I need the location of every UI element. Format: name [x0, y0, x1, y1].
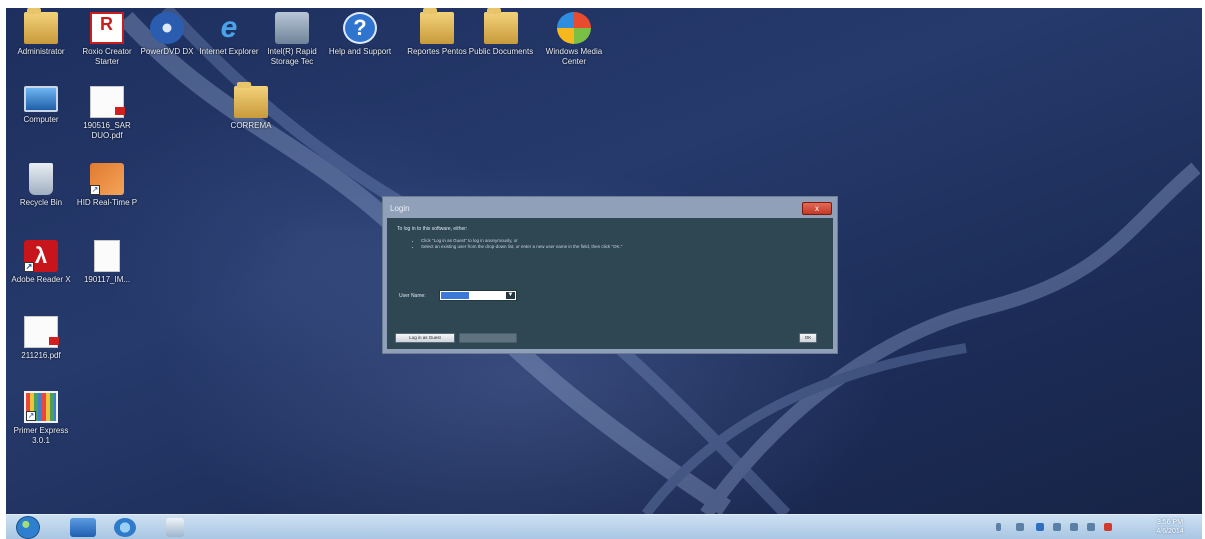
desktop-icon-190117-file[interactable]: 190117_IM...	[70, 240, 144, 285]
desktop-icon-label: Primer Express 3.0.1	[13, 426, 69, 445]
pdf-document-icon	[24, 316, 59, 348]
taskbar: 3:56 PM 4/6/2014	[6, 514, 1202, 539]
tray-icon[interactable]	[1016, 523, 1024, 531]
clock-time: 3:56 PM	[1156, 519, 1184, 526]
desktop-icon-computer[interactable]: Computer	[6, 86, 78, 125]
desktop-icon-label: Intel(R) Rapid Storage Tec	[267, 47, 317, 66]
document-icon	[94, 240, 120, 272]
ok-button[interactable]: OK	[799, 333, 817, 343]
user-name-dropdown[interactable]: ▼	[439, 290, 517, 301]
hid-realtime-icon: ↗	[90, 163, 124, 195]
desktop-icon-label: Administrator	[17, 47, 65, 56]
internet-explorer-icon: e	[220, 11, 238, 44]
clock-date: 4/6/2014	[1156, 528, 1184, 535]
desktop-icon-label: Computer	[23, 115, 59, 124]
desktop-icon-intel-rapid-storage[interactable]: Intel(R) Rapid Storage Tec	[255, 12, 329, 67]
clock[interactable]: 3:56 PM 4/6/2014	[1146, 518, 1194, 536]
network-icon[interactable]	[1070, 523, 1078, 531]
desktop-icon-help[interactable]: ? Help and Support	[323, 12, 397, 57]
dialog-body: To log in to this software, either: Clic…	[387, 218, 833, 349]
desktop-icon-public-documents[interactable]: Public Documents	[464, 8, 538, 57]
dialog-title: Login	[390, 204, 410, 213]
tray-icon[interactable]	[1053, 523, 1061, 531]
chevron-down-icon[interactable]: ▼	[506, 292, 515, 299]
login-dialog: Login x To log in to this software, eith…	[382, 196, 838, 354]
roxio-icon: R	[90, 12, 124, 44]
flag-icon[interactable]	[1104, 523, 1112, 531]
desktop-icon-label: CORREMA	[230, 121, 272, 130]
intel-rapid-storage-icon	[275, 12, 309, 44]
folder-icon	[420, 8, 454, 44]
help-icon: ?	[343, 12, 377, 44]
desktop-icon-label: 190516_SAR DUO.pdf	[83, 121, 131, 140]
desktop-icon-label: Help and Support	[328, 47, 392, 56]
public-documents-icon	[484, 8, 518, 44]
user-name-label: User Name:	[399, 293, 426, 299]
explorer-taskbar-icon[interactable]	[70, 518, 96, 537]
instruction-list: Click "Log in as Guest" to log in anonym…	[421, 238, 823, 250]
desktop-icon-label: Reportes Pentos	[407, 47, 467, 56]
desktop-icon-label: Adobe Reader X	[11, 275, 71, 284]
app-taskbar-icon[interactable]	[166, 518, 184, 537]
desktop-icon-correma[interactable]: CORREMA	[214, 82, 288, 131]
powerdvd-icon	[150, 12, 184, 44]
desktop-icon-label: Windows Media Center	[545, 47, 603, 66]
desktop-icon-211216-pdf[interactable]: 211216.pdf	[6, 316, 78, 361]
folder-icon	[234, 82, 268, 118]
desktop-icon-adobe-reader[interactable]: λ ↗ Adobe Reader X	[6, 240, 78, 285]
desktop-icon-190516-pdf[interactable]: 190516_SAR DUO.pdf	[70, 86, 144, 141]
desktop-icon-administrator[interactable]: Administrator	[6, 8, 78, 57]
primer-express-icon: ↗	[24, 391, 58, 423]
desktop-icon-primer-express[interactable]: ↗ Primer Express 3.0.1	[6, 391, 78, 446]
log-in-as-guest-button[interactable]: Log in as Guest	[395, 333, 455, 343]
user-folder-icon	[24, 8, 58, 44]
login-instructions: To log in to this software, either:	[397, 226, 468, 232]
list-item: Select an existing user from the drop-do…	[421, 244, 823, 250]
pdf-document-icon	[90, 86, 125, 118]
recycle-bin-icon	[29, 163, 53, 195]
windows-media-center-icon	[557, 12, 591, 44]
start-button[interactable]	[16, 516, 40, 539]
desktop-icon-reportes[interactable]: Reportes Pentos	[400, 8, 474, 57]
desktop-icon-label: 190117_IM...	[83, 275, 131, 284]
desktop-icon-label: HID Real-Time P	[76, 198, 138, 207]
show-hidden-icons-icon[interactable]	[996, 523, 1001, 531]
internet-explorer-taskbar-icon[interactable]	[114, 518, 136, 537]
close-button[interactable]: x	[802, 202, 832, 215]
disabled-button	[459, 333, 517, 343]
adobe-reader-icon: λ ↗	[24, 240, 58, 272]
computer-icon	[24, 86, 58, 112]
desktop-icon-label: Public Documents	[468, 47, 534, 56]
desktop-icon-recycle-bin[interactable]: Recycle Bin	[6, 163, 78, 208]
tray-icon[interactable]	[1036, 523, 1044, 531]
dialog-titlebar[interactable]: Login x	[386, 200, 834, 218]
volume-icon[interactable]	[1087, 523, 1095, 531]
desktop-icon-label: Recycle Bin	[19, 198, 63, 207]
desktop-icon-windows-media-center[interactable]: Windows Media Center	[537, 12, 611, 67]
desktop-icon-label: 211216.pdf	[21, 351, 61, 360]
desktop-icon-hid-realtime[interactable]: ↗ HID Real-Time P	[70, 163, 144, 208]
user-name-selection	[441, 292, 469, 299]
